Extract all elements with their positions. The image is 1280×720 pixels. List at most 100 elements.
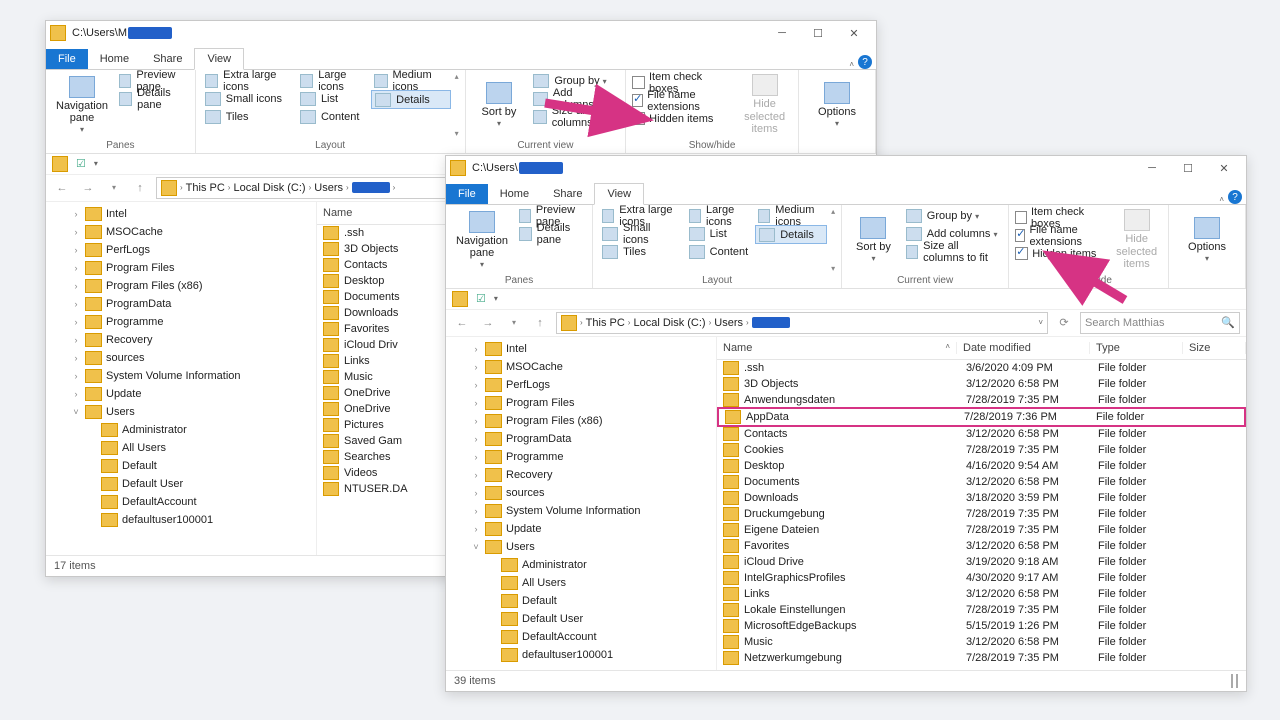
list-item[interactable]: Druckumgebung7/28/2019 7:35 PMFile folde… — [717, 506, 1246, 522]
tree-item[interactable]: defaultuser100001 — [46, 511, 316, 529]
tree-item[interactable]: Administrator — [446, 556, 716, 574]
tree-item[interactable]: Default — [446, 592, 716, 610]
hide-selected-button[interactable]: Hide selected items — [1111, 207, 1162, 273]
small-icons-button[interactable]: Small icons — [202, 90, 293, 107]
tab-home[interactable]: Home — [488, 184, 541, 204]
list-item[interactable]: .ssh3/6/2020 4:09 PMFile folder — [717, 360, 1246, 376]
breadcrumb[interactable]: › This PC› Local Disk (C:)› Users› ˅ — [556, 312, 1048, 334]
sort-by-button[interactable]: Sort by▾ — [848, 207, 899, 273]
tree-item[interactable]: ›Program Files (x86) — [446, 412, 716, 430]
list-button[interactable]: List — [297, 90, 367, 107]
tree-item[interactable]: ›Recovery — [46, 331, 316, 349]
list-item[interactable]: Cookies7/28/2019 7:35 PMFile folder — [717, 442, 1246, 458]
options-button[interactable]: Options▾ — [1175, 207, 1239, 273]
tree-item[interactable]: ›Intel — [46, 205, 316, 223]
tree-item[interactable]: ›Programme — [446, 448, 716, 466]
folder-tree[interactable]: ›Intel›MSOCache›PerfLogs›Program Files›P… — [446, 337, 717, 670]
medium-icons-button[interactable]: Medium icons — [755, 207, 827, 224]
details-view-icon[interactable] — [1231, 674, 1233, 688]
tree-item[interactable]: ›Update — [446, 520, 716, 538]
list-item[interactable]: Anwendungsdaten7/28/2019 7:35 PMFile fol… — [717, 392, 1246, 408]
content-button[interactable]: Content — [297, 108, 367, 125]
properties-icon[interactable]: ☑ — [76, 157, 86, 170]
tree-item[interactable]: ›Program Files — [46, 259, 316, 277]
tiles-button[interactable]: Tiles — [202, 108, 293, 125]
list-item[interactable]: Music3/12/2020 6:58 PMFile folder — [717, 634, 1246, 650]
details-button[interactable]: Details — [755, 225, 827, 244]
size-all-columns-button[interactable]: Size all columns — [530, 108, 619, 125]
tab-view[interactable]: View — [594, 183, 644, 205]
tab-view[interactable]: View — [194, 48, 244, 70]
help-icon[interactable]: ? — [858, 55, 872, 69]
tree-item[interactable]: All Users — [46, 439, 316, 457]
list-item[interactable]: Downloads3/18/2020 3:59 PMFile folder — [717, 490, 1246, 506]
size-all-columns-button[interactable]: Size all columns to fit — [903, 243, 1002, 260]
maximize-button[interactable]: ☐ — [1170, 156, 1206, 180]
forward-button[interactable]: → — [78, 178, 98, 198]
group-by-button[interactable]: Group by ▾ — [903, 207, 1002, 224]
refresh-button[interactable]: ⟳ — [1054, 313, 1074, 333]
tree-item[interactable]: ›MSOCache — [46, 223, 316, 241]
list-button[interactable]: List — [686, 225, 752, 242]
large-icons-button[interactable]: Large icons — [686, 207, 752, 224]
tree-item[interactable]: ›System Volume Information — [46, 367, 316, 385]
titlebar[interactable]: C:\Users\ ─ ☐ ✕ — [446, 156, 1246, 180]
tree-item[interactable]: ˅Users — [46, 403, 316, 421]
maximize-button[interactable]: ☐ — [800, 21, 836, 45]
tree-item[interactable]: ›sources — [446, 484, 716, 502]
tree-item[interactable]: Default User — [446, 610, 716, 628]
small-icons-button[interactable]: Small icons — [599, 225, 682, 242]
tree-item[interactable]: ›Recovery — [446, 466, 716, 484]
history-dropdown[interactable]: ▾ — [504, 313, 524, 333]
list-item[interactable]: Eigene Dateien7/28/2019 7:35 PMFile fold… — [717, 522, 1246, 538]
tab-file[interactable]: File — [46, 49, 88, 69]
column-headers[interactable]: Name ˄ Date modified Type Size — [717, 337, 1246, 360]
options-button[interactable]: Options▾ — [805, 72, 869, 138]
details-button[interactable]: Details — [371, 90, 450, 109]
list-item[interactable]: Contacts3/12/2020 6:58 PMFile folder — [717, 426, 1246, 442]
tree-item[interactable]: Administrator — [46, 421, 316, 439]
details-pane-button[interactable]: Details pane — [116, 90, 189, 107]
redacted-user[interactable] — [352, 182, 390, 193]
list-item[interactable]: Lokale Einstellungen7/28/2019 7:35 PMFil… — [717, 602, 1246, 618]
list-item[interactable]: Desktop4/16/2020 9:54 AMFile folder — [717, 458, 1246, 474]
details-pane-button[interactable]: Details pane — [516, 225, 586, 242]
hide-selected-button[interactable]: Hide selected items — [737, 72, 792, 138]
tree-item[interactable]: ›Update — [46, 385, 316, 403]
tree-item[interactable]: defaultuser100001 — [446, 646, 716, 664]
help-icon[interactable]: ? — [1228, 190, 1242, 204]
tree-item[interactable]: All Users — [446, 574, 716, 592]
tiles-button[interactable]: Tiles — [599, 243, 682, 260]
tree-item[interactable]: ›System Volume Information — [446, 502, 716, 520]
tab-share[interactable]: Share — [141, 49, 194, 69]
close-button[interactable]: ✕ — [836, 21, 872, 45]
tree-item[interactable]: Default User — [46, 475, 316, 493]
tab-share[interactable]: Share — [541, 184, 594, 204]
tree-item[interactable]: DefaultAccount — [446, 628, 716, 646]
extra-large-icons-button[interactable]: Extra large icons — [202, 72, 293, 89]
medium-icons-button[interactable]: Medium icons — [371, 72, 450, 89]
titlebar[interactable]: C:\Users\M ─ ☐ ✕ — [46, 21, 876, 45]
minimize-button[interactable]: ─ — [764, 21, 800, 45]
list-item[interactable]: Documents3/12/2020 6:58 PMFile folder — [717, 474, 1246, 490]
tree-item[interactable]: ›PerfLogs — [46, 241, 316, 259]
up-button[interactable]: ↑ — [130, 178, 150, 198]
tree-item[interactable]: ›Program Files (x86) — [46, 277, 316, 295]
back-button[interactable]: ← — [452, 313, 472, 333]
content-button[interactable]: Content — [686, 243, 752, 260]
list-item[interactable]: iCloud Drive3/19/2020 9:18 AMFile folder — [717, 554, 1246, 570]
list-item[interactable]: Netzwerkumgebung7/28/2019 7:35 PMFile fo… — [717, 650, 1246, 666]
properties-icon[interactable]: ☑ — [476, 292, 486, 305]
tree-item[interactable]: ›Intel — [446, 340, 716, 358]
file-extensions-toggle[interactable]: File name extensions — [1015, 227, 1107, 244]
navigation-pane-button[interactable]: Navigation pane▾ — [52, 72, 112, 138]
tree-item[interactable]: ›PerfLogs — [446, 376, 716, 394]
column-size[interactable]: Size — [1183, 342, 1246, 354]
list-item[interactable]: Favorites3/12/2020 6:58 PMFile folder — [717, 538, 1246, 554]
list-item[interactable]: AppData7/28/2019 7:36 PMFile folder — [717, 407, 1246, 427]
column-date[interactable]: Date modified — [957, 342, 1090, 354]
file-extensions-toggle[interactable]: File name extensions — [632, 92, 733, 109]
file-rows[interactable]: .ssh3/6/2020 4:09 PMFile folder3D Object… — [717, 360, 1246, 670]
tree-item[interactable]: DefaultAccount — [46, 493, 316, 511]
tab-file[interactable]: File — [446, 184, 488, 204]
